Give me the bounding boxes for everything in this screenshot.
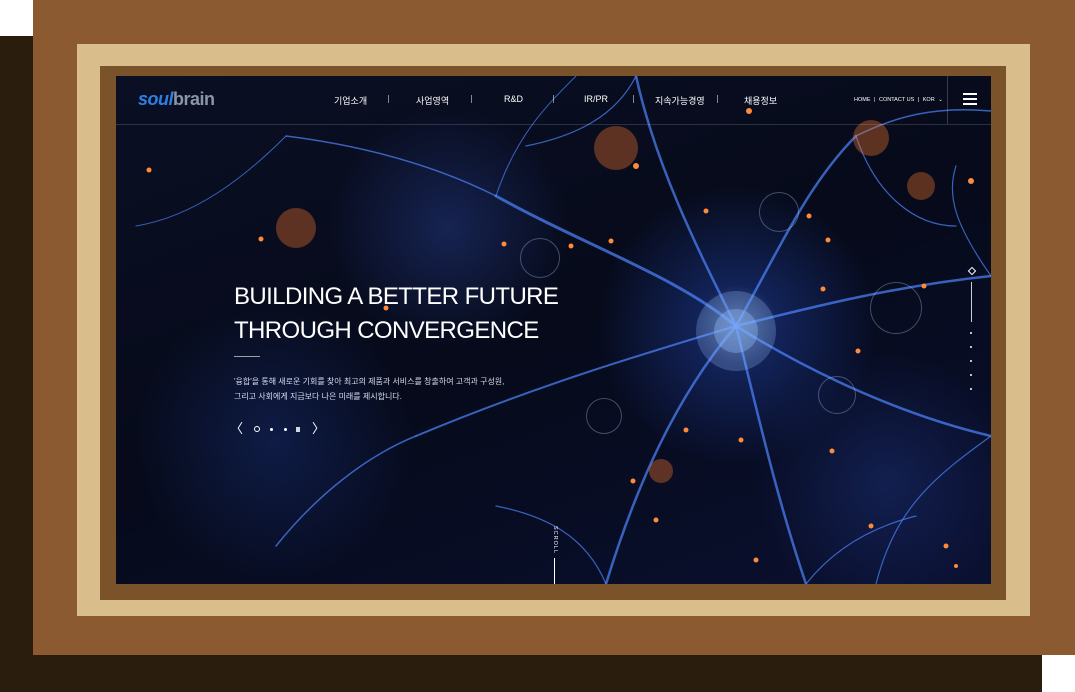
nav-separator: [471, 95, 472, 103]
nav-separator: [553, 95, 554, 103]
prev-arrow-icon[interactable]: 〈: [230, 422, 243, 436]
hamburger-icon: [963, 93, 977, 105]
next-arrow-icon[interactable]: 〉: [312, 422, 325, 436]
section-dot[interactable]: [970, 360, 972, 362]
nav-separator: [633, 95, 634, 103]
nav-item-rnd[interactable]: R&D: [504, 94, 523, 104]
scroll-indicator[interactable]: SCROLL: [546, 526, 566, 584]
slide-dot-active[interactable]: [254, 426, 260, 432]
slider-controls: 〈 〉: [230, 422, 334, 436]
flask-icon: [818, 376, 856, 414]
slide-dot[interactable]: [284, 427, 287, 431]
chevron-down-icon[interactable]: ⌄: [938, 97, 943, 103]
nav-item-careers[interactable]: 채용정보: [744, 94, 777, 107]
nav-item-business[interactable]: 사업영역: [416, 94, 449, 107]
section-dot[interactable]: [970, 332, 972, 334]
charging-station-icon: [759, 192, 799, 232]
home-link[interactable]: HOME: [854, 97, 871, 103]
nav-item-company[interactable]: 기업소개: [334, 94, 367, 107]
user-face-icon: [520, 238, 560, 278]
hero-title-line-1: BUILDING A BETTER FUTURE: [234, 283, 559, 310]
slide-dot[interactable]: [270, 427, 273, 431]
divider: [234, 356, 260, 357]
soulbrain-logo[interactable]: soulbrain: [138, 89, 215, 110]
scroll-label: SCROLL: [552, 526, 558, 555]
hero-desc-line-1: '융합'을 통해 새로운 기회를 찾아 최고의 제품과 서비스를 창출하여 고객…: [234, 377, 505, 386]
util-separator: |: [917, 97, 920, 103]
utility-links: HOME | CONTACT US | KOR ⌄: [854, 97, 945, 103]
website-screenshot: soulbrain 기업소개 사업영역 R&D IR/PR 지속가능경영 채용정…: [116, 76, 991, 584]
section-indicator: [967, 266, 977, 398]
hero-description: '융합'을 통해 새로운 기회를 찾아 최고의 제품과 서비스를 창출하여 고객…: [234, 374, 504, 404]
solar-panel-icon: [586, 398, 622, 434]
contact-us-link[interactable]: CONTACT US: [879, 97, 914, 103]
section-dot[interactable]: [970, 388, 972, 390]
section-indicator-active[interactable]: [971, 282, 972, 322]
util-separator: |: [874, 97, 876, 103]
nav-item-irpr[interactable]: IR/PR: [584, 94, 608, 104]
hero-desc-line-2: 그리고 사회에게 지금보다 나은 미래를 제시합니다.: [234, 392, 402, 401]
monitor-icon: [870, 282, 922, 334]
section-dot[interactable]: [970, 346, 972, 348]
nav-separator: [717, 95, 718, 103]
language-select[interactable]: KOR: [923, 97, 935, 103]
pause-icon[interactable]: [296, 426, 300, 432]
site-header: soulbrain 기업소개 사업영역 R&D IR/PR 지속가능경영 채용정…: [116, 76, 991, 125]
section-dot[interactable]: [970, 374, 972, 376]
nav-item-sustainability[interactable]: 지속가능경영: [655, 94, 705, 107]
hero-title: BUILDING A BETTER FUTURE THROUGH CONVERG…: [234, 280, 559, 348]
diamond-icon[interactable]: [967, 266, 977, 276]
nav-separator: [388, 95, 389, 103]
menu-button[interactable]: [947, 76, 991, 124]
scroll-line: [554, 558, 555, 584]
hero-title-line-2: THROUGH CONVERGENCE: [234, 317, 539, 344]
